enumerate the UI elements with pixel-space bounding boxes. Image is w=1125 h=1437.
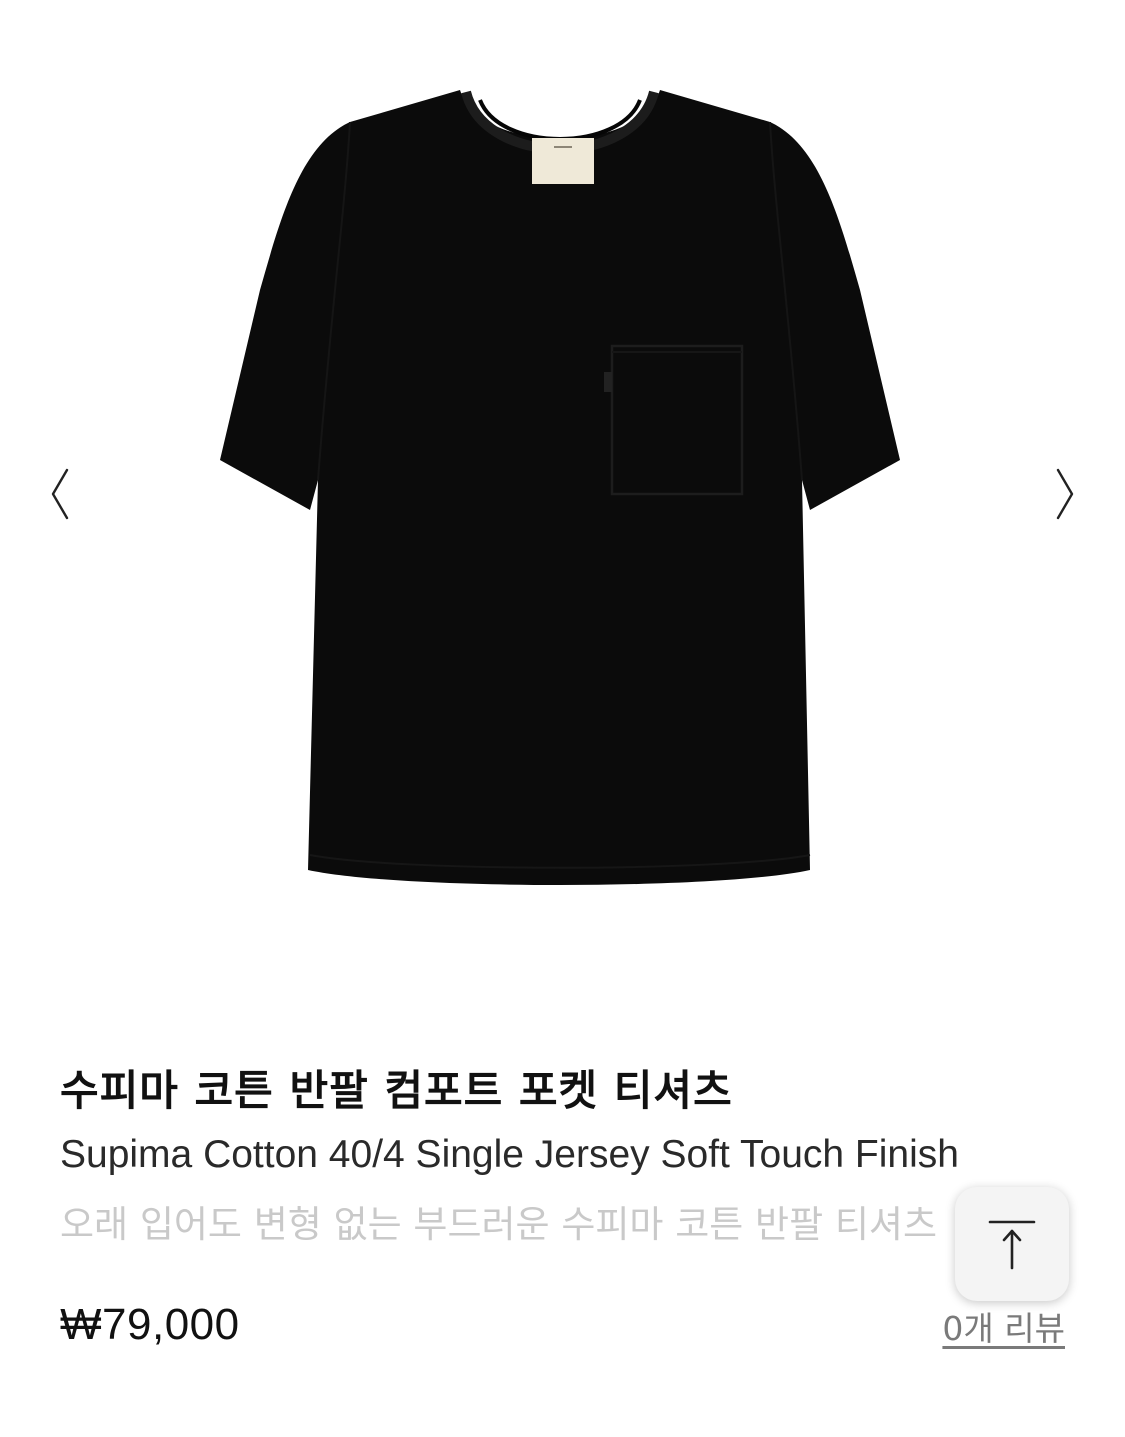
chevron-left-icon: [51, 468, 69, 520]
arrow-up-to-top-icon: [988, 1220, 1036, 1270]
product-info: 수피마 코튼 반팔 컴포트 포켓 티셔츠 Supima Cotton 40/4 …: [60, 1062, 1020, 1250]
gallery-prev-button[interactable]: [40, 462, 80, 526]
chevron-right-icon: [1056, 468, 1074, 520]
product-image: [220, 90, 900, 885]
product-description: 오래 입어도 변형 없는 부드러운 수피마 코튼 반팔 티셔츠: [60, 1203, 938, 1246]
product-price: ₩79,000: [60, 1300, 240, 1349]
product-image-gallery: [0, 0, 1125, 1000]
product-title-english: Supima Cotton 40/4 Single Jersey Soft To…: [60, 1133, 959, 1176]
scroll-to-top-button[interactable]: [955, 1187, 1069, 1301]
gallery-next-button[interactable]: [1045, 462, 1085, 526]
product-title-korean: 수피마 코튼 반팔 컴포트 포켓 티셔츠: [60, 1066, 733, 1115]
tshirt-shape: [220, 90, 900, 885]
reviews-link[interactable]: 0개 리뷰: [942, 1302, 1065, 1350]
neck-label: [532, 138, 594, 184]
